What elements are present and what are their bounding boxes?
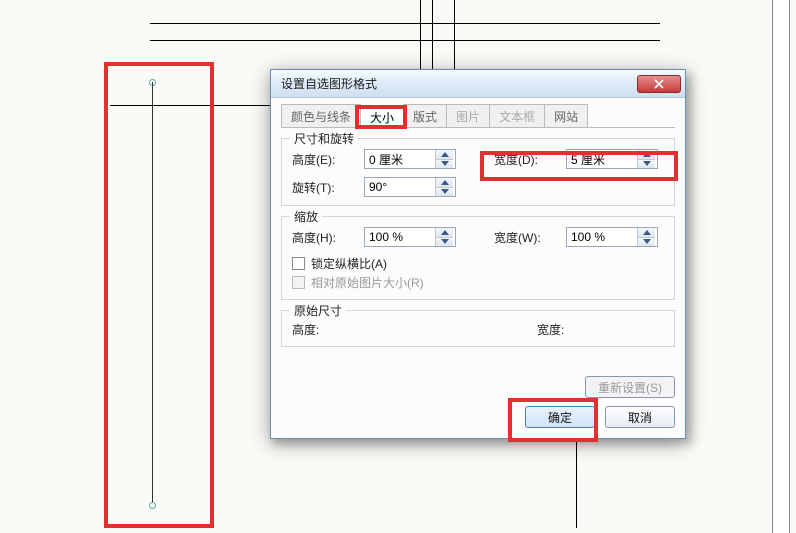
rotation-input[interactable] — [365, 178, 435, 196]
height-down[interactable] — [436, 160, 453, 169]
scale-width-up[interactable] — [638, 228, 655, 238]
scale-height-input[interactable] — [365, 228, 435, 246]
group-original-title: 原始尺寸 — [290, 302, 346, 319]
chevron-down-icon — [441, 189, 449, 194]
height-label: 高度(E): — [292, 151, 356, 168]
tab-colors-lines[interactable]: 颜色与线条 — [281, 104, 361, 127]
selected-shape[interactable] — [152, 82, 154, 506]
width-down[interactable] — [638, 160, 655, 169]
width-input[interactable] — [567, 150, 637, 168]
orig-width-label: 宽度: — [537, 321, 566, 338]
close-button[interactable] — [637, 75, 681, 93]
tab-web[interactable]: 网站 — [544, 104, 588, 127]
group-scale-title: 缩放 — [290, 208, 322, 225]
chevron-up-icon — [441, 230, 449, 235]
chevron-down-icon — [643, 161, 651, 166]
height-spinner[interactable] — [364, 149, 456, 169]
group-size-rotation: 尺寸和旋转 高度(E): 宽度(D): — [281, 138, 675, 206]
reset-button: 重新设置(S) — [585, 376, 675, 398]
tab-size[interactable]: 大小 — [360, 105, 404, 128]
group-size-rotation-title: 尺寸和旋转 — [290, 130, 358, 147]
scale-width-input[interactable] — [567, 228, 637, 246]
width-label: 宽度(D): — [494, 151, 558, 168]
highlight-selection — [104, 62, 214, 528]
rotation-label: 旋转(T): — [292, 179, 356, 196]
tab-layout[interactable]: 版式 — [403, 104, 447, 127]
lock-aspect-label: 锁定纵横比(A) — [311, 255, 387, 272]
chevron-down-icon — [441, 239, 449, 244]
scale-width-spinner[interactable] — [566, 227, 658, 247]
relative-original-row: 相对原始图片大小(R) — [292, 274, 664, 291]
titlebar[interactable]: 设置自选图形格式 — [271, 70, 685, 98]
scale-height-up[interactable] — [436, 228, 453, 238]
scale-width-down[interactable] — [638, 238, 655, 247]
scale-height-label: 高度(H): — [292, 229, 356, 246]
chevron-up-icon — [441, 180, 449, 185]
group-original-size: 原始尺寸 高度: 宽度: — [281, 310, 675, 347]
dialog-body: 颜色与线条 大小 版式 图片 文本框 网站 尺寸和旋转 高度(E): 宽度(D)… — [271, 98, 685, 438]
chevron-up-icon — [643, 152, 651, 157]
chevron-down-icon — [643, 239, 651, 244]
close-icon — [654, 79, 664, 89]
rotation-spinner[interactable] — [364, 177, 456, 197]
dialog-title: 设置自选图形格式 — [281, 75, 631, 92]
chevron-up-icon — [643, 230, 651, 235]
ok-button[interactable]: 确定 — [525, 406, 595, 428]
rotation-down[interactable] — [436, 188, 453, 197]
height-up[interactable] — [436, 150, 453, 160]
cancel-button[interactable]: 取消 — [605, 406, 675, 428]
orig-height-label: 高度: — [292, 321, 321, 338]
width-spinner[interactable] — [566, 149, 658, 169]
chevron-down-icon — [441, 161, 449, 166]
lock-aspect-row[interactable]: 锁定纵横比(A) — [292, 255, 664, 272]
tab-bar: 颜色与线条 大小 版式 图片 文本框 网站 — [281, 104, 675, 128]
chevron-up-icon — [441, 152, 449, 157]
height-input[interactable] — [365, 150, 435, 168]
scale-height-spinner[interactable] — [364, 227, 456, 247]
relative-original-label: 相对原始图片大小(R) — [311, 274, 424, 291]
tab-picture: 图片 — [446, 104, 490, 127]
scale-width-label: 宽度(W): — [494, 229, 558, 246]
document-edge — [772, 0, 790, 533]
rotation-up[interactable] — [436, 178, 453, 188]
group-scale: 缩放 高度(H): 宽度(W): — [281, 216, 675, 300]
scale-height-down[interactable] — [436, 238, 453, 247]
tab-textbox: 文本框 — [489, 104, 545, 127]
format-autoshape-dialog: 设置自选图形格式 颜色与线条 大小 版式 图片 文本框 网站 尺寸和旋转 高度(… — [270, 69, 686, 439]
relative-original-checkbox — [292, 276, 305, 289]
lock-aspect-checkbox[interactable] — [292, 257, 305, 270]
width-up[interactable] — [638, 150, 655, 160]
